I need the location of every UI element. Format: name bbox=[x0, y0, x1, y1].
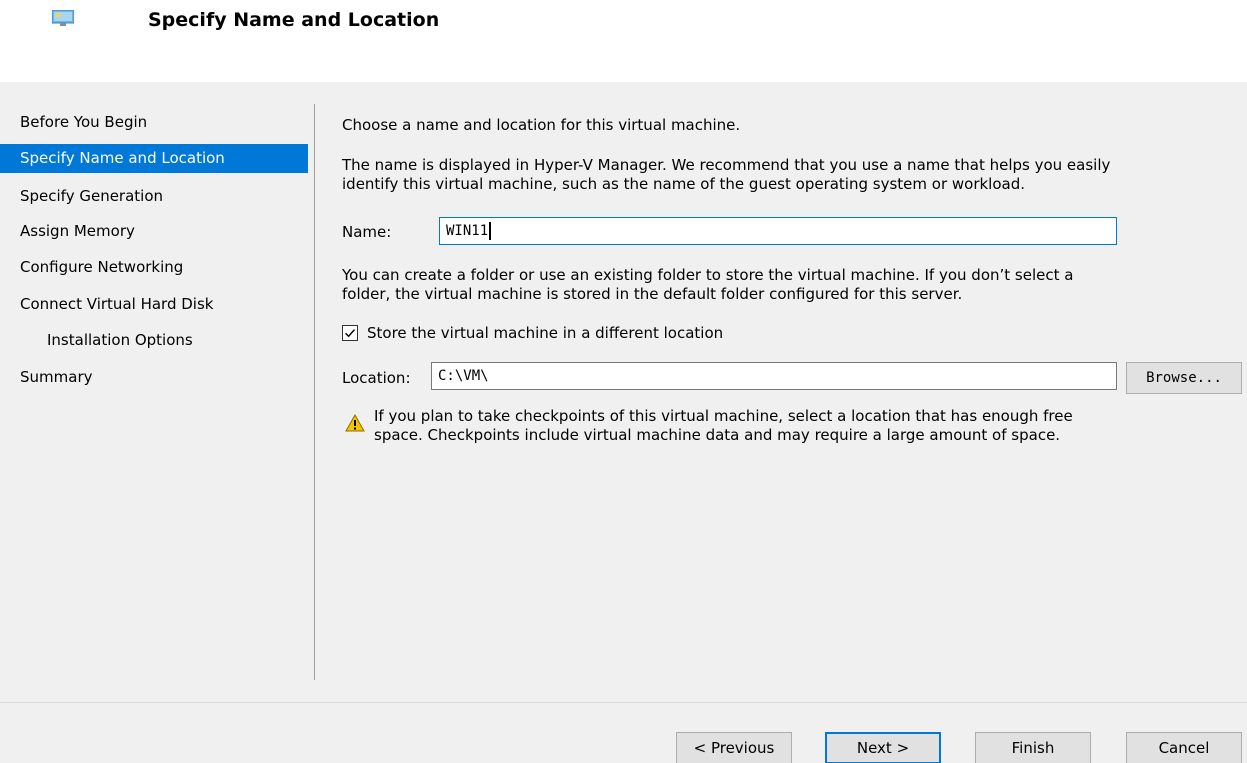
warning-line-1: If you plan to take checkpoints of this … bbox=[374, 407, 1073, 426]
nav-item-label: Summary bbox=[20, 363, 93, 392]
text-caret bbox=[489, 222, 491, 240]
location-input-value: C:\VM\ bbox=[438, 368, 489, 384]
browse-button[interactable]: Browse... bbox=[1126, 362, 1242, 394]
previous-button[interactable]: < Previous bbox=[676, 732, 792, 763]
location-label: Location: bbox=[342, 369, 411, 387]
page-title: Specify Name and Location bbox=[148, 9, 439, 31]
cancel-button[interactable]: Cancel bbox=[1126, 732, 1242, 763]
nav-item-label: Assign Memory bbox=[20, 217, 135, 246]
description-line-1: The name is displayed in Hyper-V Manager… bbox=[342, 156, 1110, 175]
nav-item-label: Before You Begin bbox=[20, 108, 147, 137]
wizard-header: Specify Name and Location bbox=[0, 0, 1247, 82]
warning-icon bbox=[345, 414, 365, 432]
location-input[interactable]: C:\VM\ bbox=[431, 362, 1117, 390]
nav-item-label: Specify Name and Location bbox=[20, 144, 225, 173]
description-line-2: identify this virtual machine, such as t… bbox=[342, 175, 1025, 194]
nav-item-label: Connect Virtual Hard Disk bbox=[20, 290, 213, 319]
nav-divider bbox=[314, 104, 315, 680]
folder-help-line-1: You can create a folder or use an existi… bbox=[342, 266, 1073, 285]
nav-item-label: Specify Generation bbox=[20, 182, 163, 211]
name-input[interactable]: WIN11 bbox=[439, 217, 1117, 245]
nav-item-label: Configure Networking bbox=[20, 253, 183, 282]
next-button[interactable]: Next > bbox=[825, 732, 941, 763]
nav-item-specify-name-and-location[interactable]: Specify Name and Location bbox=[0, 144, 308, 173]
warning-line-2: space. Checkpoints include virtual machi… bbox=[374, 426, 1060, 445]
finish-button[interactable]: Finish bbox=[975, 732, 1091, 763]
checkmark-icon bbox=[343, 326, 357, 340]
vm-monitor-icon bbox=[52, 10, 74, 26]
store-location-checkbox-label[interactable]: Store the virtual machine in a different… bbox=[367, 324, 723, 342]
name-label: Name: bbox=[342, 223, 391, 241]
folder-help-line-2: folder, the virtual machine is stored in… bbox=[342, 285, 962, 304]
store-location-checkbox[interactable] bbox=[342, 325, 358, 341]
footer-separator bbox=[0, 702, 1247, 703]
intro-text: Choose a name and location for this virt… bbox=[342, 116, 740, 135]
nav-item-label: Installation Options bbox=[47, 326, 193, 355]
name-input-value: WIN11 bbox=[446, 223, 488, 239]
new-vm-wizard-window: Specify Name and Location Before You Beg… bbox=[0, 0, 1247, 763]
